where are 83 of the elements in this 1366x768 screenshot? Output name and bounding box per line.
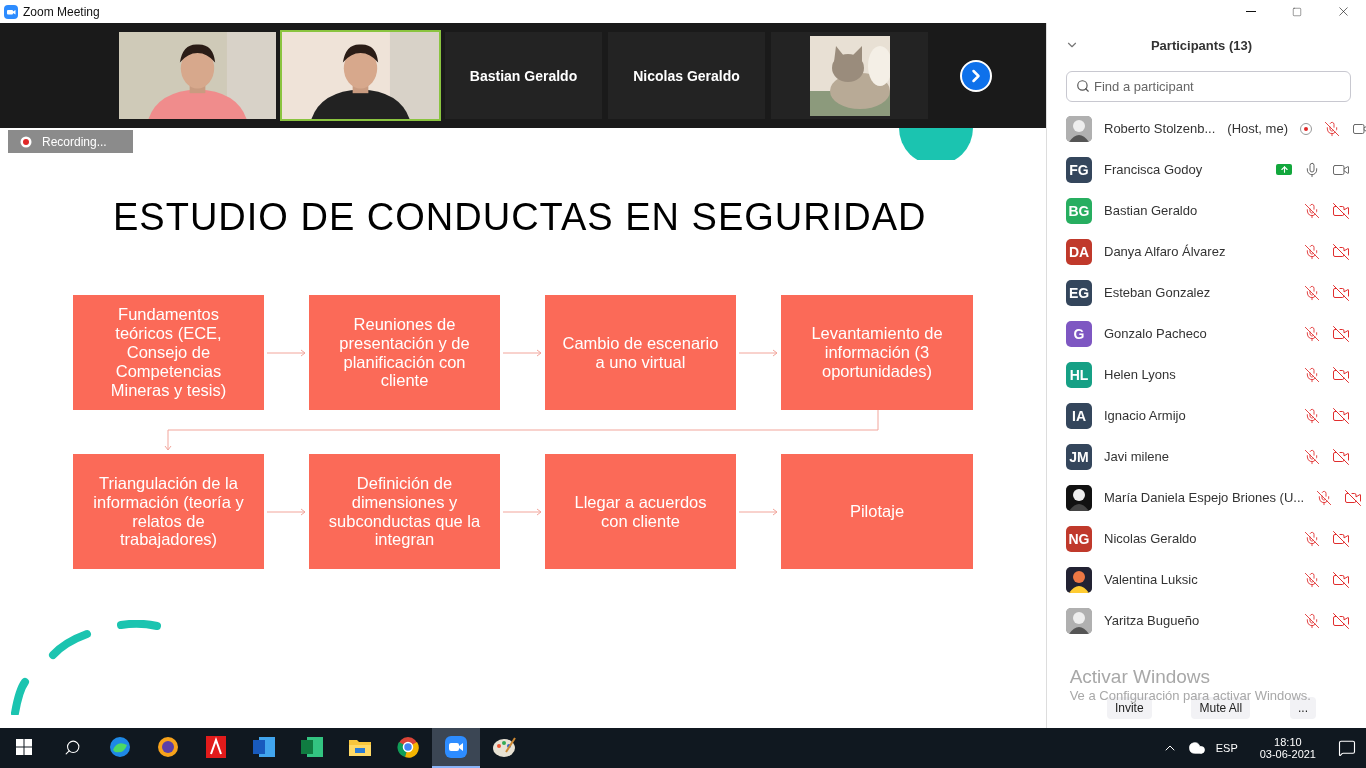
mic-off-icon[interactable]	[1304, 325, 1320, 342]
slide-title: ESTUDIO DE CONDUCTAS EN SEGURIDAD	[113, 196, 927, 239]
video-tile[interactable]: Bastian Geraldo	[443, 30, 604, 121]
search-icon	[63, 738, 81, 756]
process-step: Reuniones de presentación y de planificación con cliente	[309, 295, 500, 410]
video-off-icon[interactable]	[1332, 365, 1350, 384]
participant-name: Nicolas Geraldo	[633, 67, 740, 84]
recording-label: Recording...	[42, 134, 107, 149]
avatar: BG	[1066, 197, 1092, 224]
avatar: NG	[1066, 525, 1092, 552]
process-step: Cambio de escenario a uno virtual	[545, 295, 736, 410]
participant-name: Javi milene	[1104, 449, 1171, 464]
search-field[interactable]: Find a participant	[1066, 71, 1351, 102]
video-tile[interactable]	[769, 30, 930, 121]
record-icon	[20, 135, 32, 148]
mic-off-icon[interactable]	[1304, 448, 1320, 465]
language-indicator[interactable]: ESP	[1215, 742, 1238, 754]
mic-icon[interactable]	[1304, 161, 1320, 178]
mic-off-icon[interactable]	[1323, 120, 1340, 137]
video-off-icon[interactable]	[1344, 488, 1363, 507]
next-page-button[interactable]	[960, 59, 992, 92]
participant-name: Nicolas Geraldo	[1104, 531, 1198, 546]
window-title: Zoom Meeting	[23, 4, 101, 19]
video-tile[interactable]: Nicolas Geraldo	[606, 30, 767, 121]
participant-name: Helen Lyons	[1104, 367, 1177, 382]
mic-off-icon[interactable]	[1304, 366, 1320, 383]
participant-name: Yaritza Bugueño	[1104, 613, 1201, 628]
process-step: Llegar a acuerdos con cliente	[545, 454, 736, 569]
mic-off-icon[interactable]	[1304, 284, 1320, 301]
video-off-icon[interactable]	[1332, 201, 1350, 220]
participant-name: Francisca Godoy	[1104, 162, 1204, 177]
video-off-icon[interactable]	[1332, 242, 1350, 261]
participant-name: Ignacio Armijo	[1104, 408, 1187, 423]
participant-name: Danya Alfaro Álvarez	[1104, 244, 1227, 259]
avatar: IA	[1066, 402, 1092, 429]
panel-title: Participants (13)	[1149, 37, 1254, 53]
mic-off-icon[interactable]	[1304, 243, 1320, 260]
process-step: Levantamiento de información (3 oportunidades)	[781, 295, 973, 410]
activation-title: Activar Windows	[1069, 666, 1212, 688]
avatar: G	[1066, 320, 1092, 347]
participant-name: Roberto Stolzenb...	[1104, 121, 1216, 136]
maximize-icon	[1292, 6, 1302, 17]
mic-off-icon[interactable]	[1304, 571, 1320, 588]
mic-off-icon[interactable]	[1316, 489, 1333, 506]
avatar: JM	[1066, 443, 1092, 470]
camera-icon	[4, 4, 18, 19]
cloud-icon[interactable]	[1187, 739, 1206, 757]
mic-off-icon[interactable]	[1304, 202, 1320, 219]
video-off-icon[interactable]	[1332, 570, 1350, 589]
camera-icon	[445, 736, 467, 758]
participant-name: Esteban Gonzalez	[1104, 285, 1212, 300]
video-off-icon[interactable]	[1332, 611, 1350, 630]
avatar: EG	[1066, 279, 1092, 306]
video-off-icon[interactable]	[1332, 529, 1350, 548]
process-step: Fundamentos teóricos (ECE, Consejo de Competencias Mineras y tesis)	[73, 295, 264, 410]
participant-name: Gonzalo Pacheco	[1104, 326, 1208, 341]
participant-name: María Daniela Espejo Briones (U...	[1104, 490, 1305, 505]
avatar: DA	[1066, 238, 1092, 265]
avatar: FG	[1066, 156, 1092, 183]
video-off-icon[interactable]	[1332, 447, 1350, 466]
video-off-icon[interactable]	[1332, 406, 1350, 425]
folder-icon	[349, 738, 371, 756]
participant-name: Bastian Geraldo	[1104, 203, 1199, 218]
search-icon	[1076, 79, 1090, 93]
mic-off-icon[interactable]	[1304, 612, 1320, 629]
notification-icon[interactable]	[1338, 739, 1356, 757]
participant-role: (Host, me)	[1227, 121, 1288, 136]
mic-off-icon[interactable]	[1304, 530, 1320, 547]
minimize-icon	[1246, 11, 1256, 12]
process-step: Triangulación de la información (teoría y relatos de trabajadores)	[73, 454, 264, 569]
participant-name: Bastian Geraldo	[469, 67, 578, 84]
video-off-icon[interactable]	[1332, 283, 1350, 302]
clock-time: 18:10	[1274, 736, 1302, 748]
participant-name: Valentina Luksic	[1104, 572, 1199, 587]
process-step: Pilotaje	[781, 454, 973, 569]
clock-date: 03-06-2021	[1259, 748, 1316, 760]
taskbar-app[interactable]	[432, 728, 480, 768]
avatar: HL	[1066, 361, 1092, 388]
palette-icon	[492, 736, 516, 758]
mic-off-icon[interactable]	[1304, 407, 1320, 424]
process-step: Definición de dimensiones y subconductas que la integran	[309, 454, 500, 569]
windows-icon	[16, 739, 32, 755]
video-off-icon[interactable]	[1332, 324, 1350, 343]
